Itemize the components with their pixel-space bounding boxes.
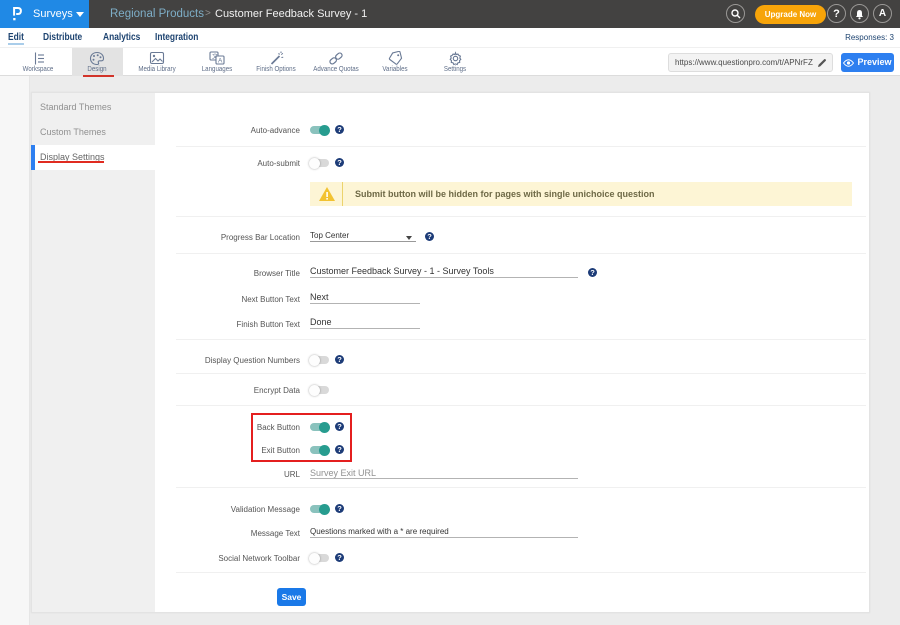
svg-text:A: A — [218, 58, 223, 65]
